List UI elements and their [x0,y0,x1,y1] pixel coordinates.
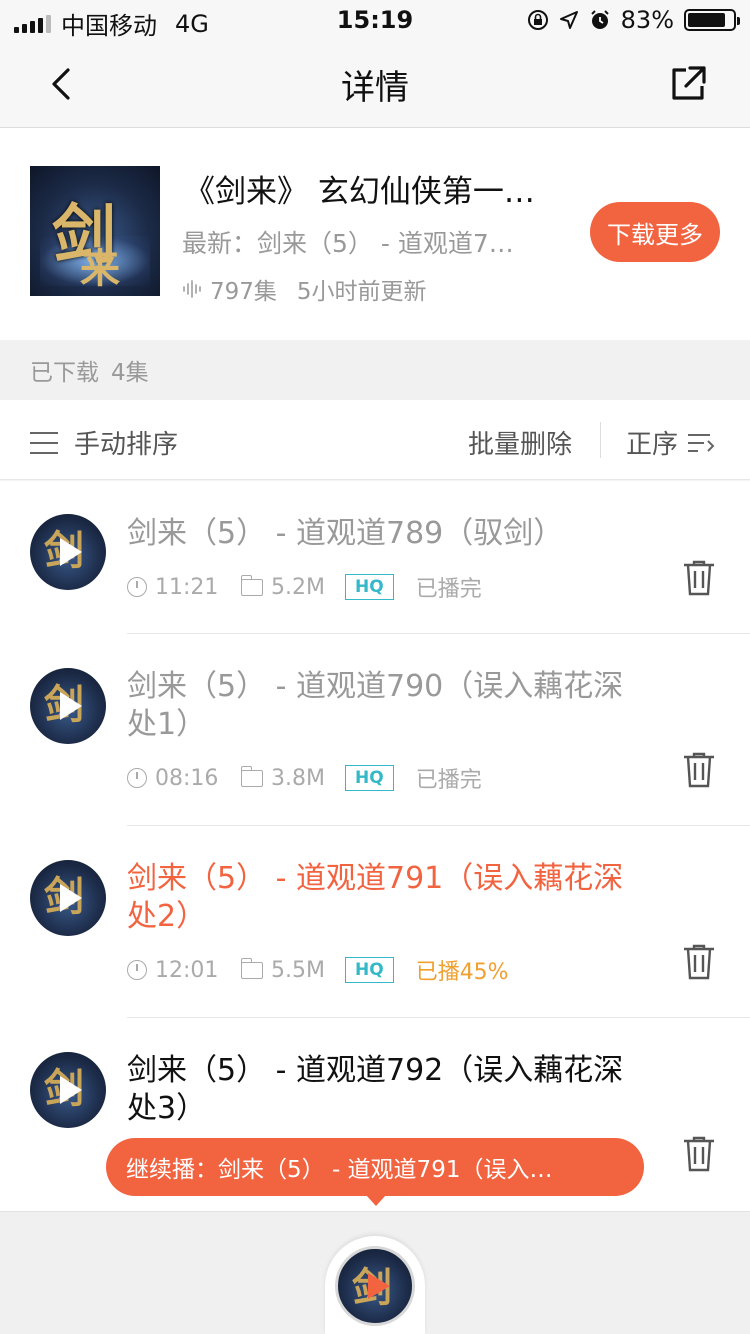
album-meta: 797集 5小时前更新 [182,272,427,306]
alarm-icon [590,10,609,29]
album-updated: 5小时前更新 [296,279,427,305]
cover-glyph-2: 来 [80,245,120,292]
menu-lines-icon [30,431,58,454]
tip-arrow [366,1195,386,1206]
episode-title: 剑来（5） - 道观道789（驭剑） [127,516,564,551]
mini-player-button[interactable]: 剑 [335,1246,415,1326]
episode-play-button[interactable]: 剑 [30,668,106,744]
episode-size: 3.8M [271,765,325,791]
episode-row[interactable]: 剑 剑来（5） - 道观道791（误入藕花深处2） 12:01 5.5M HQ … [0,826,750,1017]
battery-icon [684,9,740,31]
album-header[interactable]: 剑 来 《剑来》 玄幻仙侠第一… 最新：剑来（5） - 道观道7… 797集 5… [0,128,750,340]
episode-status: 已播完 [415,768,482,793]
hq-badge: HQ [345,574,394,600]
episode-status: 已播45% [415,960,509,985]
episode-meta: 12:01 5.5M HQ 已播45% [127,954,509,986]
orientation-lock-icon [527,10,548,30]
episode-meta: 08:16 3.8M HQ 已播完 [127,762,482,794]
downloaded-summary: 已下载 4集 [0,340,750,400]
episode-count-label: 797集 [210,279,277,305]
battery-percent: 83% [620,6,674,34]
episode-play-button[interactable]: 剑 [30,860,106,936]
order-toggle-button[interactable]: 正序 [626,424,716,461]
folder-icon [240,765,263,787]
location-arrow-icon [559,11,578,29]
hq-badge: HQ [345,765,394,791]
page-title: 详情 [341,68,409,108]
episode-play-button[interactable]: 剑 [30,514,106,590]
album-title: 《剑来》 玄幻仙侠第一… [184,174,535,210]
nav-bar: 详情 [0,40,750,128]
episode-size: 5.2M [271,574,325,600]
play-icon [60,884,82,912]
list-toolbar: 手动排序 批量删除 正序 [0,400,750,480]
episode-play-button[interactable]: 剑 [30,1052,106,1128]
episode-row[interactable]: 剑 剑来（5） - 道观道790（误入藕花深处1） 08:16 3.8M HQ … [0,634,750,825]
clock-icon [127,768,147,788]
batch-delete-button[interactable]: 批量删除 [468,424,572,461]
episode-title: 剑来（5） - 道观道790（误入藕花深处1） [127,669,624,742]
trash-icon[interactable] [682,943,716,981]
episode-title: 剑来（5） - 道观道792（误入藕花深处3） [127,1053,624,1126]
album-cover[interactable]: 剑 来 [30,166,160,296]
episode-duration: 12:01 [155,957,219,983]
audio-wave-icon [183,280,201,298]
play-icon [60,538,82,566]
continue-playing-text: 继续播：剑来（5） - 道观道791（误入… [126,1157,553,1183]
episode-count: 797集 [182,272,277,306]
trash-icon[interactable] [682,559,716,597]
episode-size: 5.5M [271,957,325,983]
folder-icon [240,957,263,979]
hq-badge: HQ [345,957,394,983]
episode-row[interactable]: 剑 剑来（5） - 道观道789（驭剑） 11:21 5.2M HQ 已播完 [0,481,750,633]
trash-icon[interactable] [682,751,716,789]
episode-title: 剑来（5） - 道观道791（误入藕花深处2） [127,861,624,934]
manual-sort-button[interactable]: 手动排序 [30,424,178,461]
album-latest-episode: 最新：剑来（5） - 道观道7… [182,229,514,258]
episode-duration: 11:21 [155,574,219,600]
play-icon [368,1273,390,1299]
downloaded-label: 已下载 [30,360,99,386]
status-bar: 中国移动 4G 15:19 83% [0,0,750,40]
trash-icon[interactable] [682,1135,716,1173]
episode-duration: 08:16 [155,765,219,791]
order-label: 正序 [626,430,679,460]
clock-icon [127,577,147,597]
toolbar-divider [600,422,601,458]
battery-fill [688,13,725,27]
episode-meta: 11:21 5.2M HQ 已播完 [127,571,482,603]
download-more-button[interactable]: 下载更多 [590,202,720,262]
manual-sort-label: 手动排序 [74,430,179,460]
clock-icon [127,960,147,980]
downloaded-count: 4集 [111,360,149,386]
continue-playing-tip[interactable]: 继续播：剑来（5） - 道观道791（误入… [106,1138,644,1196]
play-icon [60,1076,82,1104]
sort-order-icon [688,433,715,452]
share-external-icon[interactable] [666,62,710,106]
episode-status: 已播完 [415,577,482,602]
folder-icon [240,574,263,596]
episode-list: 剑 剑来（5） - 道观道789（驭剑） 11:21 5.2M HQ 已播完 剑… [0,481,750,1211]
play-icon [60,692,82,720]
